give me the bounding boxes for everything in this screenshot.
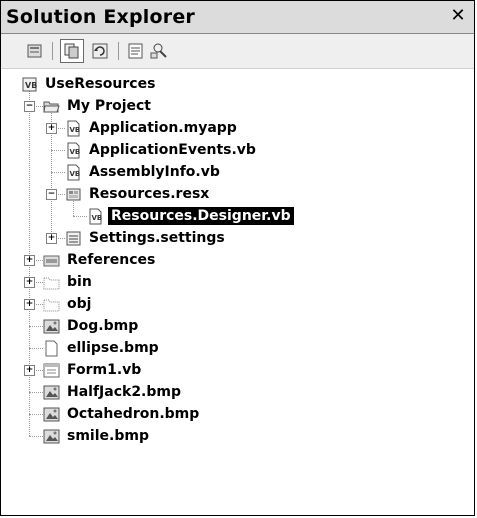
tree-item-label: smile.bmp xyxy=(67,428,149,444)
tree-connector xyxy=(29,436,43,437)
vb-file-icon: VB xyxy=(65,120,82,137)
vb-file-icon: VB xyxy=(87,208,104,225)
tree-connector xyxy=(29,326,43,327)
tree-item[interactable]: VB AssemblyInfo.vb xyxy=(65,161,223,183)
expand-icon[interactable]: + xyxy=(24,277,35,288)
tree-connector xyxy=(73,216,87,217)
tree-item[interactable]: Dog.bmp xyxy=(43,315,141,337)
expand-icon[interactable]: + xyxy=(46,233,57,244)
vb-project-icon: VB xyxy=(21,76,38,93)
toolbar xyxy=(1,34,474,69)
tree-item[interactable]: Form1.vb xyxy=(43,359,144,381)
tree-connector xyxy=(29,414,43,415)
tree-item-label: Octahedron.bmp xyxy=(67,406,200,422)
svg-text:VB: VB xyxy=(70,170,81,178)
tree-item[interactable]: VB ApplicationEvents.vb xyxy=(65,139,259,161)
svg-text:VB: VB xyxy=(70,148,81,156)
vb-file-icon: VB xyxy=(65,142,82,159)
tree-item-label: Resources.Designer.vb xyxy=(108,207,294,225)
tree-item-label: Resources.resx xyxy=(89,186,210,202)
tree-connector xyxy=(51,150,65,151)
bitmap-icon xyxy=(43,428,60,445)
tree-item-label: Dog.bmp xyxy=(67,318,139,334)
show-all-files-icon[interactable] xyxy=(60,39,84,63)
form-icon xyxy=(43,362,60,379)
tree-connector xyxy=(29,348,43,349)
tree-item[interactable]: VB UseResources xyxy=(21,73,158,95)
folder-icon xyxy=(43,296,60,313)
tree-item-label: Form1.vb xyxy=(67,362,142,378)
tree-item-label: bin xyxy=(67,274,92,290)
expand-icon[interactable]: + xyxy=(24,299,35,310)
bitmap-icon xyxy=(43,384,60,401)
svg-text:VB: VB xyxy=(25,81,37,90)
expand-icon[interactable]: + xyxy=(46,123,57,134)
close-icon[interactable]: ✕ xyxy=(448,6,468,26)
solution-explorer-window: Solution Explorer ✕ VB UseResources − My Pr… xyxy=(0,0,475,516)
bitmap-icon xyxy=(43,406,60,423)
collapse-icon[interactable]: − xyxy=(24,101,35,112)
tree-item[interactable]: Settings.settings xyxy=(65,227,228,249)
tree-item-label: AssemblyInfo.vb xyxy=(89,164,220,180)
tree-item-label: ApplicationEvents.vb xyxy=(89,142,256,158)
resource-file-icon xyxy=(65,186,82,203)
collapse-icon[interactable]: − xyxy=(46,189,57,200)
tree-connector xyxy=(51,172,65,173)
tree-item[interactable]: smile.bmp xyxy=(43,425,152,447)
tree-item[interactable]: obj xyxy=(43,293,94,315)
references-icon xyxy=(43,252,60,269)
tree-item[interactable]: VB Resources.Designer.vb xyxy=(87,205,294,227)
tree-item-label: obj xyxy=(67,296,92,312)
expand-icon[interactable]: + xyxy=(24,255,35,266)
refresh-icon[interactable] xyxy=(88,39,112,63)
tree-item-label: HalfJack2.bmp xyxy=(67,384,182,400)
tree-item[interactable]: VB Application.myapp xyxy=(65,117,240,139)
vb-file-icon: VB xyxy=(65,164,82,181)
view-code-icon[interactable] xyxy=(124,39,148,63)
tree-connector xyxy=(29,392,43,393)
expand-icon[interactable]: + xyxy=(24,365,35,376)
svg-text:VB: VB xyxy=(92,214,103,222)
tree-item-label: Application.myapp xyxy=(89,120,237,136)
tree-item-label: My Project xyxy=(67,98,151,114)
tree-item-label: References xyxy=(67,252,156,268)
tree-item[interactable]: ellipse.bmp xyxy=(43,337,162,359)
folder-open-icon xyxy=(43,98,60,115)
settings-file-icon xyxy=(65,230,82,247)
blank-file-icon xyxy=(43,340,60,357)
solution-tree: VB UseResources − My Project + VB Application.… xyxy=(1,69,474,509)
svg-text:VB: VB xyxy=(70,126,81,134)
bitmap-icon xyxy=(43,318,60,335)
tree-item[interactable]: References xyxy=(43,249,158,271)
title-bar: Solution Explorer ✕ xyxy=(1,1,474,34)
window-title: Solution Explorer xyxy=(6,6,195,28)
tree-item-label: ellipse.bmp xyxy=(67,340,159,356)
tree-item[interactable]: My Project xyxy=(43,95,154,117)
tree-item-label: UseResources xyxy=(45,76,156,92)
folder-icon xyxy=(43,274,60,291)
tree-item-label: Settings.settings xyxy=(89,230,225,246)
class-diagram-icon[interactable] xyxy=(148,39,172,63)
tree-item[interactable]: Resources.resx xyxy=(65,183,212,205)
tree-item[interactable]: bin xyxy=(43,271,95,293)
tree-item[interactable]: HalfJack2.bmp xyxy=(43,381,184,403)
tree-item[interactable]: Octahedron.bmp xyxy=(43,403,202,425)
properties-icon[interactable] xyxy=(23,39,47,63)
